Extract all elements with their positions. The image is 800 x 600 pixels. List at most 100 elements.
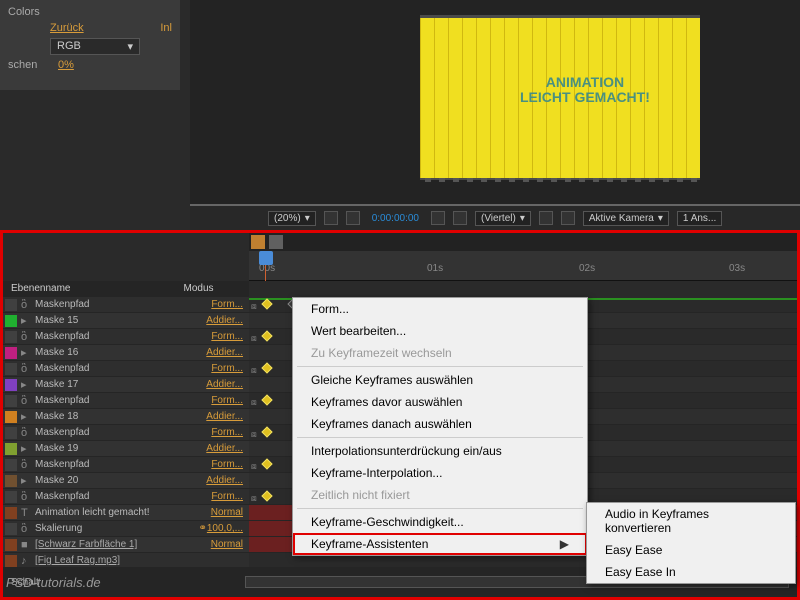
pct-link[interactable]: 0% — [58, 59, 74, 71]
layer-row[interactable]: ▸Maske 20Addier... — [3, 473, 249, 489]
mode-value[interactable]: Form... — [211, 299, 243, 310]
zuruck-link[interactable]: Zurück — [50, 22, 84, 34]
layer-list: Ebenenname Modus ὃMaskenpfadForm...▸Mask… — [3, 281, 249, 597]
layer-row[interactable]: ὃSkalierung⚭100,0,... — [3, 521, 249, 537]
inl-link[interactable]: Inl — [160, 22, 172, 34]
tab-1[interactable] — [251, 235, 265, 249]
layer-row[interactable]: ὃMaskenpfadForm... — [3, 425, 249, 441]
menu-item[interactable]: Easy Ease In — [587, 561, 795, 583]
mode-value[interactable]: Form... — [211, 427, 243, 438]
layer-row[interactable]: ὃMaskenpfadForm... — [3, 393, 249, 409]
keyframe-bracket-icon: ⧈ — [251, 365, 257, 376]
mode-value[interactable]: Normal — [211, 539, 243, 550]
layer-row[interactable]: ▸Maske 15Addier... — [3, 313, 249, 329]
camera-icon[interactable] — [431, 211, 445, 225]
layer-name: [Schwarz Farbfläche 1] — [35, 539, 211, 550]
colors-label: Colors — [8, 6, 58, 18]
rgb-dropdown[interactable]: RGB▾ — [50, 38, 140, 55]
layer-name: Maske 20 — [35, 475, 206, 486]
keyframe[interactable] — [261, 458, 272, 469]
mode-value[interactable]: Addier... — [206, 475, 243, 486]
mask-icon: ▸ — [21, 410, 33, 423]
mode-value[interactable]: Form... — [211, 331, 243, 342]
col-name: Ebenenname — [11, 283, 184, 295]
layer-row[interactable]: TAnimation leicht gemacht!Normal — [3, 505, 249, 521]
preview-text: ANIMATIONLEICHT GEMACHT! — [520, 75, 650, 106]
mode-value[interactable]: Normal — [211, 507, 243, 518]
camera-dropdown[interactable]: Aktive Kamera▾ — [583, 211, 669, 226]
keyframe[interactable] — [261, 330, 272, 341]
mode-value[interactable]: 100,0,... — [207, 523, 243, 534]
color-mgmt-icon[interactable] — [453, 211, 467, 225]
layer-row[interactable]: ▸Maske 17Addier... — [3, 377, 249, 393]
alpha-icon[interactable] — [561, 211, 575, 225]
quality-dropdown[interactable]: (Viertel)▾ — [475, 211, 531, 226]
watermark: PSD-tutorials.de — [6, 575, 101, 590]
menu-item[interactable]: Keyframes danach auswählen — [293, 413, 587, 435]
layer-row[interactable]: ■[Schwarz Farbfläche 1]Normal — [3, 537, 249, 553]
zoom-dropdown[interactable]: (20%)▾ — [268, 211, 316, 226]
menu-item[interactable]: Wert bearbeiten... — [293, 320, 587, 342]
mode-value[interactable]: Addier... — [206, 443, 243, 454]
keyframe[interactable] — [261, 362, 272, 373]
submenu: Audio in Keyframes konvertierenEasy Ease… — [586, 502, 796, 584]
menu-label: Zu Keyframezeit wechseln — [311, 346, 452, 360]
layer-row[interactable]: ὃMaskenpfadForm... — [3, 361, 249, 377]
layer-row[interactable]: ▸Maske 16Addier... — [3, 345, 249, 361]
menu-item[interactable]: Audio in Keyframes konvertieren — [587, 503, 795, 539]
color-chip — [5, 459, 17, 471]
prop-icon: ὃ — [21, 363, 33, 375]
keyframe-bracket-icon: ⧈ — [251, 429, 257, 440]
menu-item[interactable]: Interpolationsunterdrückung ein/aus — [293, 440, 587, 462]
mode-value[interactable]: Form... — [211, 491, 243, 502]
menu-item: Zu Keyframezeit wechseln — [293, 342, 587, 364]
menu-item[interactable]: Keyframe-Interpolation... — [293, 462, 587, 484]
views-dropdown[interactable]: 1 Ans... — [677, 211, 722, 226]
grid-icon[interactable] — [324, 211, 338, 225]
menu-label: Keyframe-Interpolation... — [311, 466, 442, 480]
menu-item[interactable]: Keyframes davor auswählen — [293, 391, 587, 413]
layer-row[interactable]: ▸Maske 19Addier... — [3, 441, 249, 457]
color-chip — [5, 443, 17, 455]
menu-item[interactable]: Gleiche Keyframes auswählen — [293, 369, 587, 391]
menu-label: Zeitlich nicht fixiert — [311, 488, 410, 502]
mode-value[interactable]: Addier... — [206, 347, 243, 358]
layer-row[interactable]: ▸Maske 18Addier... — [3, 409, 249, 425]
safe-icon[interactable] — [346, 211, 360, 225]
prop-icon: ὃ — [21, 331, 33, 343]
expose-icon[interactable] — [539, 211, 553, 225]
time-ruler[interactable]: 00s 01s 02s 03s — [249, 251, 797, 281]
timecode[interactable]: 0:00:00:00 — [368, 212, 423, 225]
keyframe[interactable] — [261, 394, 272, 405]
menu-item[interactable]: Keyframe-Geschwindigkeit... — [293, 511, 587, 533]
mode-value[interactable]: Addier... — [206, 379, 243, 390]
preview-canvas[interactable]: ANIMATIONLEICHT GEMACHT! — [420, 15, 700, 180]
mode-value[interactable]: Form... — [211, 395, 243, 406]
layer-name: Maskenpfad — [35, 395, 211, 406]
menu-label: Wert bearbeiten... — [311, 324, 406, 338]
keyframe[interactable] — [261, 298, 272, 309]
keyframe-bracket-icon: ⧈ — [251, 301, 257, 312]
tab-2[interactable] — [269, 235, 283, 249]
layer-name: Maskenpfad — [35, 491, 211, 502]
layer-row[interactable]: ὃMaskenpfadForm... — [3, 489, 249, 505]
layer-row[interactable]: ὃMaskenpfadForm... — [3, 297, 249, 313]
mode-value[interactable]: Addier... — [206, 315, 243, 326]
menu-item[interactable]: Form... — [293, 298, 587, 320]
keyframe[interactable] — [261, 426, 272, 437]
submenu-arrow-icon: ▶ — [560, 537, 569, 551]
mode-value[interactable]: Addier... — [206, 411, 243, 422]
separator — [297, 508, 583, 509]
playhead[interactable] — [259, 251, 273, 265]
color-chip — [5, 331, 17, 343]
mode-value[interactable]: Form... — [211, 459, 243, 470]
keyframe[interactable] — [261, 490, 272, 501]
layer-row[interactable]: ὃMaskenpfadForm... — [3, 457, 249, 473]
separator — [297, 366, 583, 367]
link-icon[interactable]: ⚭ — [198, 523, 206, 534]
color-chip — [5, 411, 17, 423]
menu-item[interactable]: Keyframe-Assistenten▶ — [293, 533, 587, 555]
mode-value[interactable]: Form... — [211, 363, 243, 374]
menu-item[interactable]: Easy Ease — [587, 539, 795, 561]
layer-row[interactable]: ὃMaskenpfadForm... — [3, 329, 249, 345]
